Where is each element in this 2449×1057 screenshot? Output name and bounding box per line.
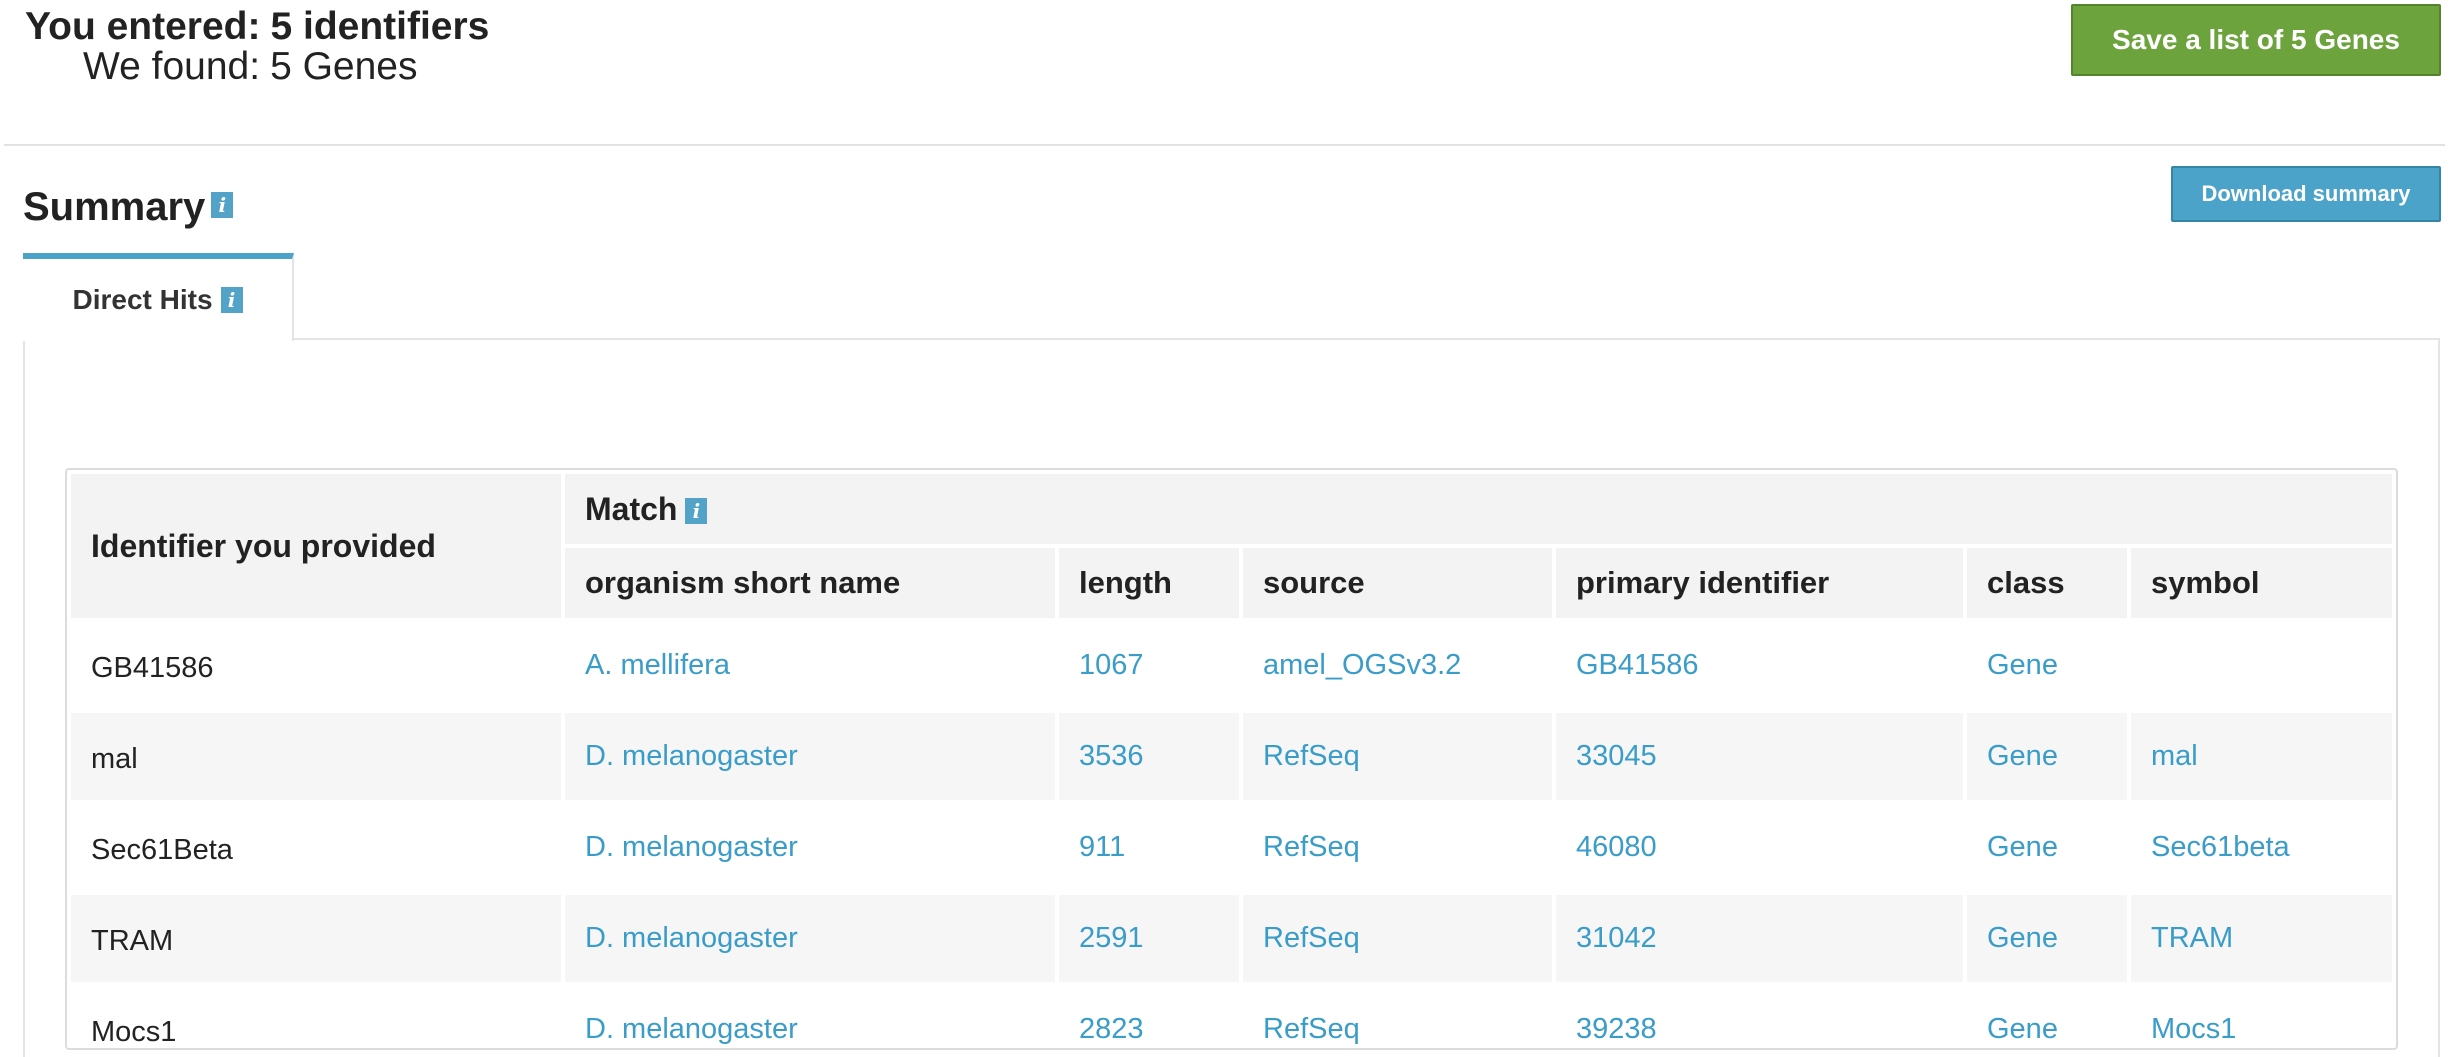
source-cell: RefSeq bbox=[1243, 986, 1552, 1048]
organism-cell: D. melanogaster bbox=[565, 804, 1055, 891]
source-link[interactable]: amel_OGSv3.2 bbox=[1263, 649, 1461, 681]
identifier-cell: Sec61Beta bbox=[71, 804, 561, 891]
tab-label: Direct Hits bbox=[72, 284, 213, 315]
symbol-link[interactable]: Sec61beta bbox=[2151, 831, 2290, 863]
results-table: Identifier you provided Match i organism … bbox=[65, 468, 2398, 1050]
found-label: We found: bbox=[83, 45, 261, 88]
organism-cell: A. mellifera bbox=[565, 622, 1055, 709]
class-link[interactable]: Gene bbox=[1987, 1013, 2058, 1045]
class-cell: Gene bbox=[1967, 713, 2127, 800]
table-row: Sec61Beta D. melanogaster 911 RefSeq 460… bbox=[71, 804, 2392, 891]
class-link[interactable]: Gene bbox=[1987, 649, 2058, 681]
primary-identifier-link[interactable]: 33045 bbox=[1576, 740, 1657, 772]
found-summary: We found: 5 Genes bbox=[83, 42, 418, 92]
symbol-cell bbox=[2131, 622, 2392, 709]
symbol-link[interactable]: TRAM bbox=[2151, 922, 2233, 954]
length-cell: 1067 bbox=[1059, 622, 1239, 709]
identifier-cell: TRAM bbox=[71, 895, 561, 982]
primary-identifier-link[interactable]: GB41586 bbox=[1576, 649, 1699, 681]
identifier-cell: mal bbox=[71, 713, 561, 800]
column-header-symbol: symbol bbox=[2131, 548, 2392, 618]
found-value: 5 Genes bbox=[270, 45, 418, 88]
source-cell: RefSeq bbox=[1243, 895, 1552, 982]
symbol-link[interactable]: Mocs1 bbox=[2151, 1013, 2236, 1045]
organism-link[interactable]: D. melanogaster bbox=[585, 1013, 798, 1045]
class-link[interactable]: Gene bbox=[1987, 831, 2058, 863]
primary-identifier-cell: 39238 bbox=[1556, 986, 1963, 1048]
save-list-button[interactable]: Save a list of 5 Genes bbox=[2071, 4, 2441, 76]
identifier-cell: GB41586 bbox=[71, 622, 561, 709]
source-cell: RefSeq bbox=[1243, 713, 1552, 800]
class-cell: Gene bbox=[1967, 804, 2127, 891]
symbol-cell: Sec61beta bbox=[2131, 804, 2392, 891]
source-link[interactable]: RefSeq bbox=[1263, 922, 1360, 954]
organism-cell: D. melanogaster bbox=[565, 895, 1055, 982]
class-cell: Gene bbox=[1967, 895, 2127, 982]
match-header-label: Match bbox=[585, 490, 678, 527]
length-link[interactable]: 2591 bbox=[1079, 922, 1144, 954]
summary-heading: Summary i bbox=[23, 180, 234, 234]
source-link[interactable]: RefSeq bbox=[1263, 831, 1360, 863]
primary-identifier-cell: 46080 bbox=[1556, 804, 1963, 891]
primary-identifier-cell: 33045 bbox=[1556, 713, 1963, 800]
length-link[interactable]: 911 bbox=[1079, 831, 1125, 863]
organism-link[interactable]: D. melanogaster bbox=[585, 831, 798, 863]
identifier-column-header: Identifier you provided bbox=[71, 474, 561, 618]
symbol-cell: mal bbox=[2131, 713, 2392, 800]
length-cell: 3536 bbox=[1059, 713, 1239, 800]
class-link[interactable]: Gene bbox=[1987, 740, 2058, 772]
class-cell: Gene bbox=[1967, 986, 2127, 1048]
organism-cell: D. melanogaster bbox=[565, 713, 1055, 800]
organism-link[interactable]: D. melanogaster bbox=[585, 922, 798, 954]
length-link[interactable]: 3536 bbox=[1079, 740, 1144, 772]
length-cell: 2591 bbox=[1059, 895, 1239, 982]
primary-identifier-cell: GB41586 bbox=[1556, 622, 1963, 709]
class-link[interactable]: Gene bbox=[1987, 922, 2058, 954]
length-link[interactable]: 1067 bbox=[1079, 649, 1144, 681]
table-row: mal D. melanogaster 3536 RefSeq 33045 Ge… bbox=[71, 713, 2392, 800]
symbol-cell: Mocs1 bbox=[2131, 986, 2392, 1048]
primary-identifier-cell: 31042 bbox=[1556, 895, 1963, 982]
summary-title: Summary bbox=[23, 185, 206, 229]
table-row: TRAM D. melanogaster 2591 RefSeq 31042 G… bbox=[71, 895, 2392, 982]
match-column-header: Match i bbox=[565, 474, 2392, 544]
organism-link[interactable]: A. mellifera bbox=[585, 649, 730, 681]
organism-link[interactable]: D. melanogaster bbox=[585, 740, 798, 772]
info-icon[interactable]: i bbox=[685, 497, 708, 524]
column-header-length: length bbox=[1059, 548, 1239, 618]
source-cell: amel_OGSv3.2 bbox=[1243, 622, 1552, 709]
column-header-class: class bbox=[1967, 548, 2127, 618]
symbol-cell: TRAM bbox=[2131, 895, 2392, 982]
download-summary-button[interactable]: Download summary bbox=[2171, 166, 2441, 222]
class-cell: Gene bbox=[1967, 622, 2127, 709]
source-link[interactable]: RefSeq bbox=[1263, 1013, 1360, 1045]
table-row: GB41586 A. mellifera 1067 amel_OGSv3.2 G… bbox=[71, 622, 2392, 709]
length-link[interactable]: 2823 bbox=[1079, 1013, 1144, 1045]
length-cell: 911 bbox=[1059, 804, 1239, 891]
identifier-cell: Mocs1 bbox=[71, 986, 561, 1048]
symbol-link[interactable]: mal bbox=[2151, 740, 2198, 772]
column-header-organism: organism short name bbox=[565, 548, 1055, 618]
tab-direct-hits[interactable]: Direct Hits i bbox=[23, 253, 294, 341]
organism-cell: D. melanogaster bbox=[565, 986, 1055, 1048]
primary-identifier-link[interactable]: 46080 bbox=[1576, 831, 1657, 863]
source-cell: RefSeq bbox=[1243, 804, 1552, 891]
column-header-source: source bbox=[1243, 548, 1552, 618]
primary-identifier-link[interactable]: 39238 bbox=[1576, 1013, 1657, 1045]
primary-identifier-link[interactable]: 31042 bbox=[1576, 922, 1657, 954]
length-cell: 2823 bbox=[1059, 986, 1239, 1048]
info-icon[interactable]: i bbox=[211, 192, 234, 218]
divider bbox=[4, 144, 2445, 146]
info-icon[interactable]: i bbox=[220, 287, 243, 313]
column-header-primary-identifier: primary identifier bbox=[1556, 548, 1963, 618]
source-link[interactable]: RefSeq bbox=[1263, 740, 1360, 772]
table-row: Mocs1 D. melanogaster 2823 RefSeq 39238 … bbox=[71, 986, 2392, 1048]
